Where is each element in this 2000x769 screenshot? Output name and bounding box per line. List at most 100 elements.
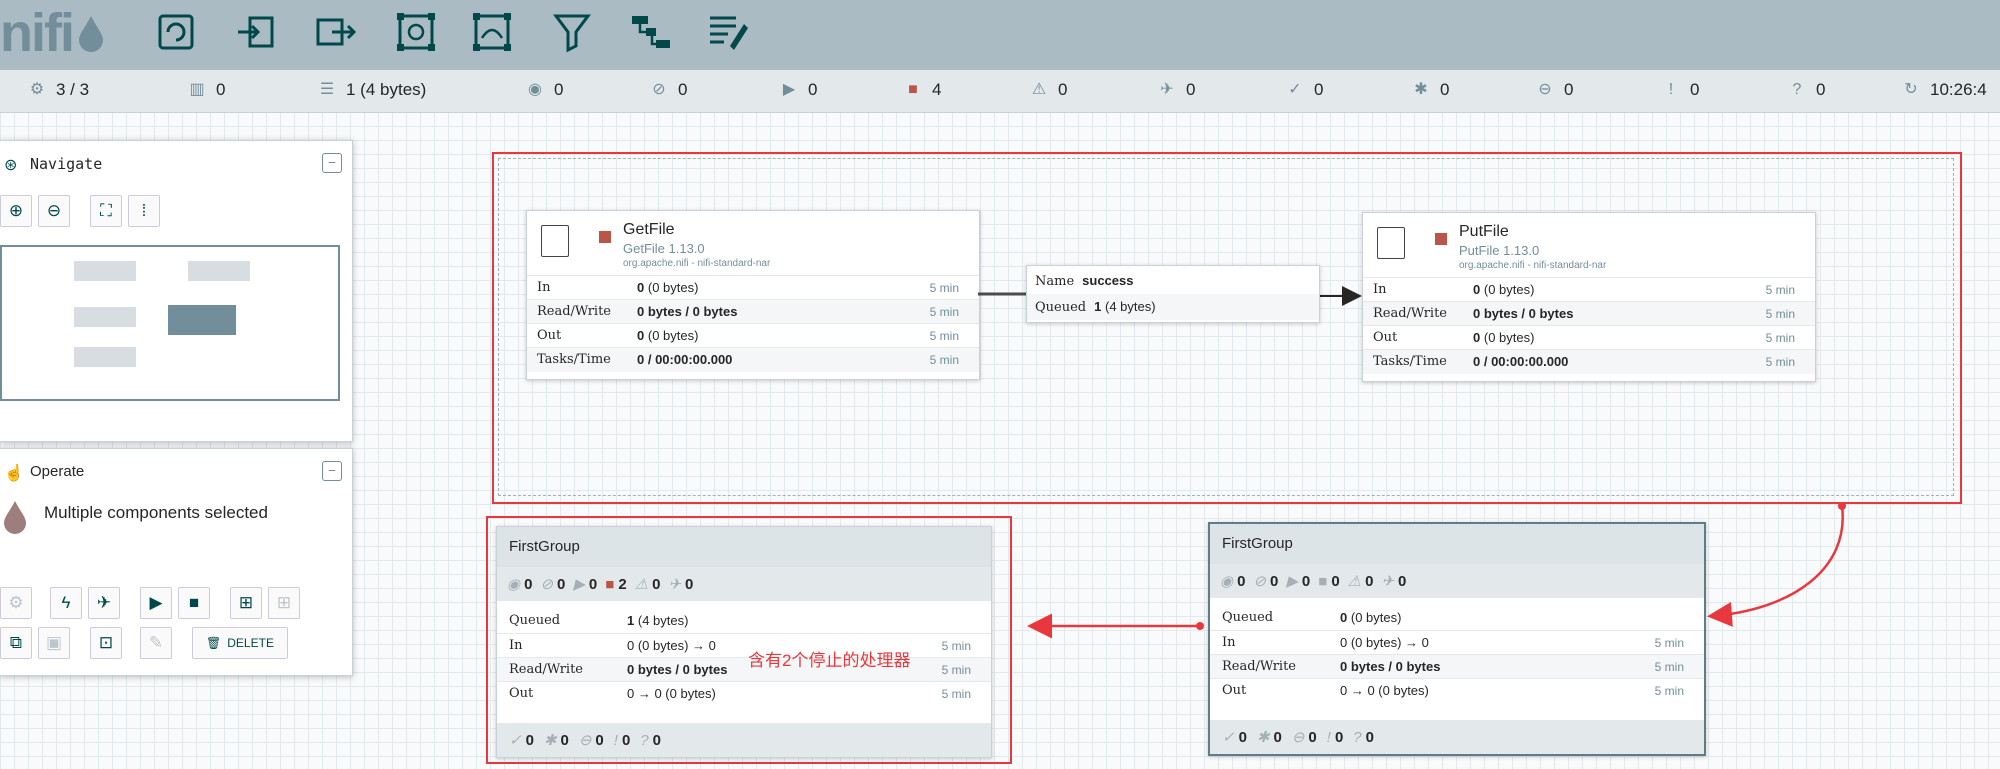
process-group-title: FirstGroup: [1210, 524, 1704, 564]
process-group-icon[interactable]: [392, 8, 440, 56]
sync-failure-icon: !: [1326, 728, 1331, 746]
processor-icon: [541, 225, 569, 257]
stop-icon: ■: [1318, 572, 1328, 590]
stop-icon: ■: [605, 575, 615, 593]
process-group-status: ◉ 0 ⊘ 0 ▶ 0 ■ 2 ⚠ 0 ✈ 0: [497, 567, 991, 601]
group-icon[interactable]: ⊡: [90, 627, 122, 659]
processor-bundle: org.apache.nifi - nifi-standard-nar: [1459, 260, 1607, 271]
create-template-icon[interactable]: ⊞: [230, 587, 262, 619]
nifi-logo: nifi: [0, 6, 105, 60]
stat-row-read-write: Read/Write 0 bytes / 0 bytes 5 min: [527, 299, 979, 324]
process-group-title: FirstGroup: [497, 527, 991, 567]
birdseye-component: [188, 261, 250, 281]
enable-icon[interactable]: ϟ: [50, 587, 82, 619]
actual-size-icon[interactable]: ⁞: [128, 195, 160, 227]
processor-getfile[interactable]: GetFile GetFile 1.13.0 org.apache.nifi -…: [526, 210, 980, 380]
stat-row-in: In 0 (0 bytes) 5 min: [1363, 277, 1815, 302]
stale-count: ⊖ 0: [1536, 80, 1573, 100]
process-group-status: ◉ 0 ⊘ 0 ▶ 0 ■ 0 ⚠ 0 ✈ 0: [1210, 564, 1704, 598]
funnel-icon[interactable]: [548, 8, 596, 56]
color-icon[interactable]: ✎: [140, 627, 172, 659]
annotation-note: 含有2个停止的处理器: [748, 651, 911, 670]
refresh-icon[interactable]: ↻: [1902, 81, 1920, 99]
collapse-icon[interactable]: −: [322, 461, 342, 481]
selection-label: Multiple components selected: [44, 503, 268, 522]
delete-button[interactable]: 🗑 DELETE: [192, 627, 288, 659]
stop-icon: ■: [908, 81, 918, 98]
upload-template-icon[interactable]: ⊞: [268, 587, 300, 619]
check-icon: ✓: [509, 732, 522, 749]
input-port-icon[interactable]: [232, 8, 280, 56]
processor-type: GetFile 1.13.0: [623, 241, 705, 256]
list-icon: ☰: [319, 81, 335, 98]
sync-failure-icon: !: [613, 731, 618, 749]
flow-status-bar: ⚙ 3 / 3 ▥ 0 ☰ 1 (4 bytes) ◉ 0 ⊘ 0 ▶ 0 ■ 4 ⚠ 0 ✈ 0…: [0, 70, 2000, 113]
warning-icon: ⚠: [1031, 81, 1047, 98]
navigate-panel: ⊛ Navigate − ⊕ ⊖ ⛶ ⁞: [0, 140, 353, 442]
transmitting-count: ◉ 0: [526, 80, 563, 100]
total-tasks: ▥ 0: [189, 80, 226, 99]
processor-type: PutFile 1.13.0: [1459, 243, 1540, 258]
collapse-icon[interactable]: −: [322, 153, 342, 173]
zoom-in-icon[interactable]: ⊕: [0, 195, 32, 227]
hand-icon: ☝: [4, 465, 24, 482]
compass-icon: ⊛: [4, 157, 18, 174]
stat-row-tasks: Tasks/Time 0 / 00:00:00.000 5 min: [527, 347, 979, 372]
label-icon[interactable]: [704, 8, 752, 56]
birdseye-view[interactable]: [0, 245, 340, 401]
up-to-date-count: ✓ 0: [1286, 80, 1323, 100]
asterisk-icon: ✱: [543, 732, 557, 749]
transmitting-icon: ◉: [528, 81, 542, 98]
configure-icon[interactable]: ⚙: [0, 587, 32, 619]
stop-icon[interactable]: ■: [178, 587, 210, 619]
remote-process-group-icon[interactable]: [468, 8, 516, 56]
stale-icon: ⊖: [578, 732, 592, 749]
check-icon: ✓: [1222, 729, 1235, 746]
copy-icon[interactable]: ⧉: [0, 627, 32, 659]
stat-row-in: In 0 (0 bytes) 5 min: [527, 275, 979, 300]
process-group[interactable]: FirstGroup ◉ 0 ⊘ 0 ▶ 0 ■ 2 ⚠ 0 ✈ 0 Queued 1 (4…: [496, 526, 992, 758]
stat-row-read-write: Read/Write 0 bytes / 0 bytes 5 min: [1363, 301, 1815, 326]
tasks-icon: ▥: [189, 81, 205, 98]
warning-icon: ⚠: [634, 576, 649, 593]
output-port-icon[interactable]: [312, 8, 360, 56]
birdseye-component: [74, 347, 136, 367]
birdseye-component: [74, 261, 136, 281]
stat-row-out: Out 0 → 0 (0 bytes) 5 min: [497, 681, 991, 706]
stat-row-read-write: Read/Write 0 bytes / 0 bytes 5 min: [1210, 654, 1704, 679]
unknown-count: ? 0: [1788, 80, 1826, 100]
question-icon: ?: [1792, 81, 1802, 98]
stopped-icon: [1435, 233, 1447, 245]
processor-putfile[interactable]: PutFile PutFile 1.13.0 org.apache.nifi -…: [1362, 212, 1816, 382]
process-group-versioning: ✓ 0 ✱ 0 ⊖ 0 ! 0 ? 0: [497, 723, 991, 757]
paste-icon[interactable]: ▣: [38, 627, 70, 659]
fit-icon[interactable]: ⛶: [90, 195, 122, 227]
stat-row-queued: Queued 0 (0 bytes): [1222, 610, 1402, 625]
play-icon: ▶: [573, 576, 585, 593]
disabled-icon: ✈: [668, 576, 682, 593]
template-icon[interactable]: [626, 8, 674, 56]
start-icon[interactable]: ▶: [140, 587, 172, 619]
transmitting-icon: ◉: [1220, 573, 1234, 590]
disabled-count: ✈ 0: [1158, 80, 1195, 100]
play-icon: ▶: [782, 81, 796, 98]
connection-label[interactable]: Name success Queued 1 (4 bytes): [1026, 265, 1320, 323]
refresh-time[interactable]: ↻ 10:26:4: [1902, 80, 1986, 100]
stopped-count: ■ 4: [904, 80, 941, 100]
processor-name: GetFile: [623, 221, 675, 238]
stat-row-in: In 0 (0 bytes) → 0 5 min: [1210, 630, 1704, 655]
trash-icon: 🗑: [206, 636, 222, 650]
asterisk-icon: ✱: [1414, 81, 1428, 98]
running-count: ▶ 0: [780, 80, 818, 100]
zoom-out-icon[interactable]: ⊖: [38, 195, 70, 227]
processor-header: GetFile GetFile 1.13.0 org.apache.nifi -…: [527, 211, 979, 274]
processor-icon[interactable]: [152, 8, 200, 56]
birdseye-viewport[interactable]: [168, 305, 236, 335]
not-transmitting-count: ⊘ 0: [650, 80, 687, 100]
warning-icon: ⚠: [1347, 573, 1362, 590]
stat-row-read-write: Read/Write 0 bytes / 0 bytes 5 min: [497, 657, 991, 682]
transmitting-icon: ◉: [507, 576, 521, 593]
disable-icon[interactable]: ✈: [88, 587, 120, 619]
process-group[interactable]: FirstGroup ◉ 0 ⊘ 0 ▶ 0 ■ 0 ⚠ 0 ✈ 0 Queued 0 (0…: [1208, 522, 1706, 756]
stat-row-in: In 0 (0 bytes) → 0 5 min: [497, 633, 991, 658]
